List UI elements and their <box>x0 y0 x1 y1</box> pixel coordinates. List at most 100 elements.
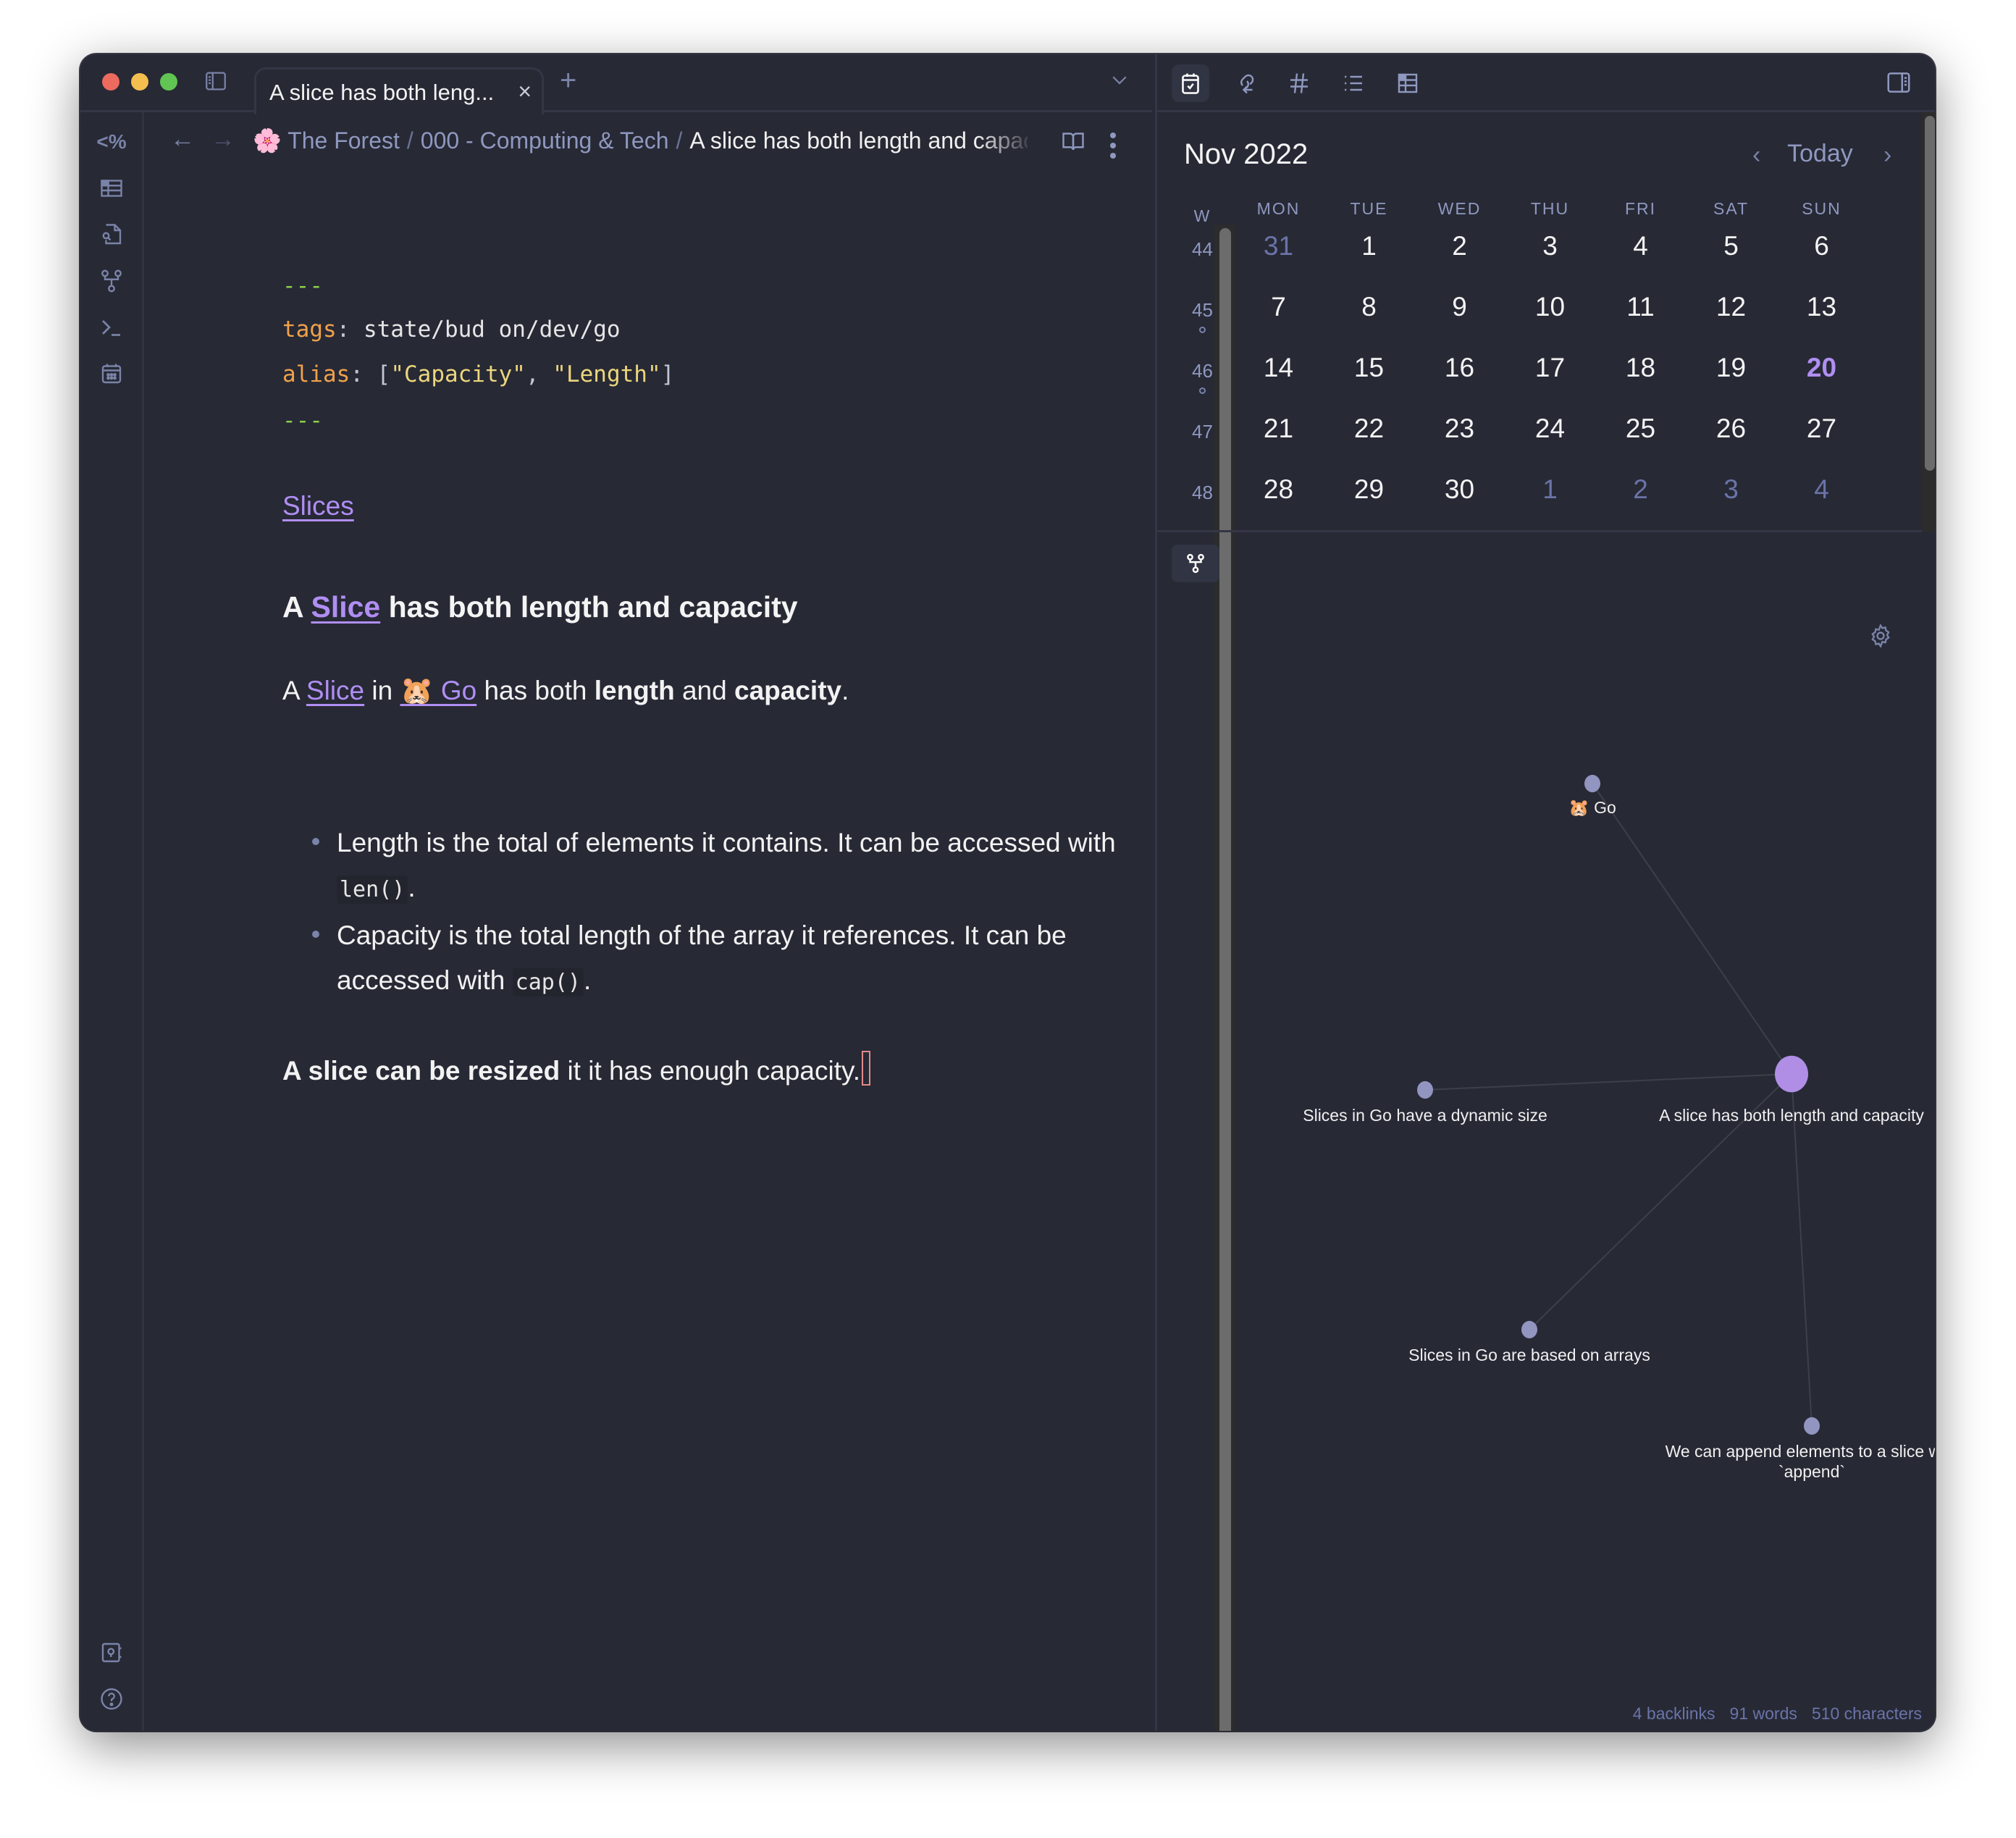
bold-length: length <box>594 676 675 705</box>
calendar-check-icon[interactable] <box>1172 64 1209 102</box>
calendar-day[interactable]: 8 <box>1324 292 1414 322</box>
calendar-day[interactable]: 4 <box>1776 474 1867 505</box>
status-backlinks[interactable]: 4 backlinks <box>1633 1704 1715 1723</box>
calendar-day[interactable]: 2 <box>1414 231 1505 261</box>
vault-icon[interactable] <box>96 1637 127 1668</box>
link-slice[interactable]: Slice <box>306 676 364 705</box>
calendar-day[interactable]: 22 <box>1324 414 1414 444</box>
graph-node[interactable] <box>1804 1417 1820 1435</box>
previous-month-chevron-icon[interactable]: ‹ <box>1752 141 1760 169</box>
calendar-day[interactable]: 13 <box>1776 292 1867 322</box>
calendar-day[interactable]: 30 <box>1414 474 1505 505</box>
text-cursor <box>862 1051 871 1086</box>
graph-node[interactable] <box>1584 774 1600 793</box>
graph-canvas[interactable] <box>1157 534 1935 1731</box>
outline-list-icon[interactable] <box>1335 64 1372 102</box>
calendar-day[interactable]: 1 <box>1324 231 1414 261</box>
today-button[interactable]: Today <box>1787 140 1853 168</box>
calendar-day-today[interactable]: 20 <box>1776 353 1867 383</box>
bullet-dot <box>312 931 319 938</box>
forward-arrow-icon[interactable]: → <box>211 125 235 154</box>
calendar-icon[interactable] <box>96 358 127 389</box>
calendar-day[interactable]: 11 <box>1595 292 1686 322</box>
graph-node-label[interactable]: 🐹 Go <box>1568 797 1616 818</box>
calendar-week-row: 45 7 8 9 10 11 12 13 <box>1172 292 1903 353</box>
calendar-day[interactable]: 4 <box>1595 231 1686 261</box>
maximize-window-button[interactable] <box>160 73 177 91</box>
calendar-day[interactable]: 23 <box>1414 414 1505 444</box>
breadcrumb-item-root[interactable]: 🌸 The Forest <box>253 127 400 154</box>
calendar-day[interactable]: 5 <box>1686 231 1776 261</box>
calendar-day[interactable]: 10 <box>1505 292 1595 322</box>
week-number[interactable]: 47 <box>1172 414 1233 443</box>
tab-active-note[interactable]: A slice has both leng... × <box>254 67 544 114</box>
left-ribbon: <% <box>80 112 144 1731</box>
local-graph-view[interactable]: 🐹 Go A slice has both length and capacity… <box>1157 534 1935 1731</box>
graph-node[interactable] <box>1417 1080 1433 1099</box>
backlinks-icon[interactable] <box>1226 64 1264 102</box>
minimize-window-button[interactable] <box>131 73 148 91</box>
tab-list-chevron-down-icon[interactable] <box>1109 69 1130 91</box>
week-note-indicator <box>1199 387 1206 394</box>
reading-view-book-icon[interactable] <box>1060 128 1086 154</box>
graph-node-label[interactable]: Slices in Go are based on arrays <box>1408 1345 1650 1365</box>
back-arrow-icon[interactable]: ← <box>170 125 195 154</box>
week-number[interactable]: 44 <box>1172 231 1233 261</box>
calendar-scrollbar-thumb[interactable] <box>1925 116 1935 471</box>
more-options-icon[interactable] <box>1107 128 1119 159</box>
calendar-day[interactable]: 15 <box>1324 353 1414 383</box>
terminal-icon[interactable] <box>96 312 127 343</box>
calendar-day[interactable]: 6 <box>1776 231 1867 261</box>
editor-pane: ← → 🌸 The Forest/000 - Computing & Tech /… <box>144 112 1235 1731</box>
calendar-day[interactable]: 26 <box>1686 414 1776 444</box>
graph-node-label[interactable]: We can append elements to a slice with `… <box>1652 1441 1935 1482</box>
calendar-day[interactable]: 25 <box>1595 414 1686 444</box>
heading-link-slice[interactable]: Slice <box>311 590 380 624</box>
calendar-day[interactable]: 12 <box>1686 292 1776 322</box>
calendar-day[interactable]: 2 <box>1595 474 1686 505</box>
calendar-day[interactable]: 16 <box>1414 353 1505 383</box>
tags-hash-icon[interactable] <box>1280 64 1318 102</box>
calendar-day[interactable]: 3 <box>1505 231 1595 261</box>
calendar-day[interactable]: 28 <box>1233 474 1324 505</box>
calendar-day[interactable]: 19 <box>1686 353 1776 383</box>
graph-node[interactable] <box>1521 1320 1537 1339</box>
week-number[interactable]: 46 <box>1172 353 1233 394</box>
right-sidebar-toggle-icon[interactable] <box>1885 69 1912 96</box>
new-tab-button[interactable]: + <box>560 64 576 97</box>
week-number[interactable]: 45 <box>1172 292 1233 333</box>
calendar-day[interactable]: 9 <box>1414 292 1505 322</box>
calendar-day[interactable]: 24 <box>1505 414 1595 444</box>
calendar-day[interactable]: 1 <box>1505 474 1595 505</box>
templater-icon[interactable]: <% <box>96 127 127 157</box>
week-number[interactable]: 48 <box>1172 474 1233 504</box>
calendar-day[interactable]: 14 <box>1233 353 1324 383</box>
table-icon[interactable] <box>96 173 127 203</box>
table-icon[interactable] <box>1389 64 1427 102</box>
gear-icon[interactable] <box>96 1730 127 1731</box>
calendar-grid: W MON TUE WED THU FRI SAT SUN 44 31 1 2 3 4 5 6… <box>1172 199 1903 535</box>
link-go[interactable]: 🐹 Go <box>400 676 476 705</box>
breadcrumb-item-folder[interactable]: 000 - Computing & Tech <box>421 127 669 154</box>
tab-close-icon[interactable]: × <box>518 78 532 105</box>
graph-icon[interactable] <box>96 266 127 296</box>
file-search-icon[interactable] <box>96 219 127 250</box>
next-month-chevron-icon[interactable]: › <box>1883 141 1891 169</box>
graph-node-label[interactable]: Slices in Go have a dynamic size <box>1303 1105 1547 1125</box>
parent-link-slices[interactable]: Slices <box>282 491 354 521</box>
calendar-day[interactable]: 3 <box>1686 474 1776 505</box>
calendar-day[interactable]: 21 <box>1233 414 1324 444</box>
status-word-count: 91 words <box>1729 1704 1797 1723</box>
calendar-day[interactable]: 31 <box>1233 231 1324 261</box>
help-icon[interactable] <box>96 1684 127 1714</box>
calendar-day[interactable]: 29 <box>1324 474 1414 505</box>
graph-node-label[interactable]: A slice has both length and capacity <box>1659 1105 1924 1125</box>
calendar-day[interactable]: 18 <box>1595 353 1686 383</box>
calendar-day[interactable]: 27 <box>1776 414 1867 444</box>
left-sidebar-toggle-icon[interactable] <box>203 69 228 93</box>
heading-suffix: has both length and capacity <box>380 590 798 624</box>
close-window-button[interactable] <box>102 73 119 91</box>
calendar-day[interactable]: 17 <box>1505 353 1595 383</box>
graph-node-current[interactable] <box>1775 1055 1808 1093</box>
calendar-day[interactable]: 7 <box>1233 292 1324 322</box>
